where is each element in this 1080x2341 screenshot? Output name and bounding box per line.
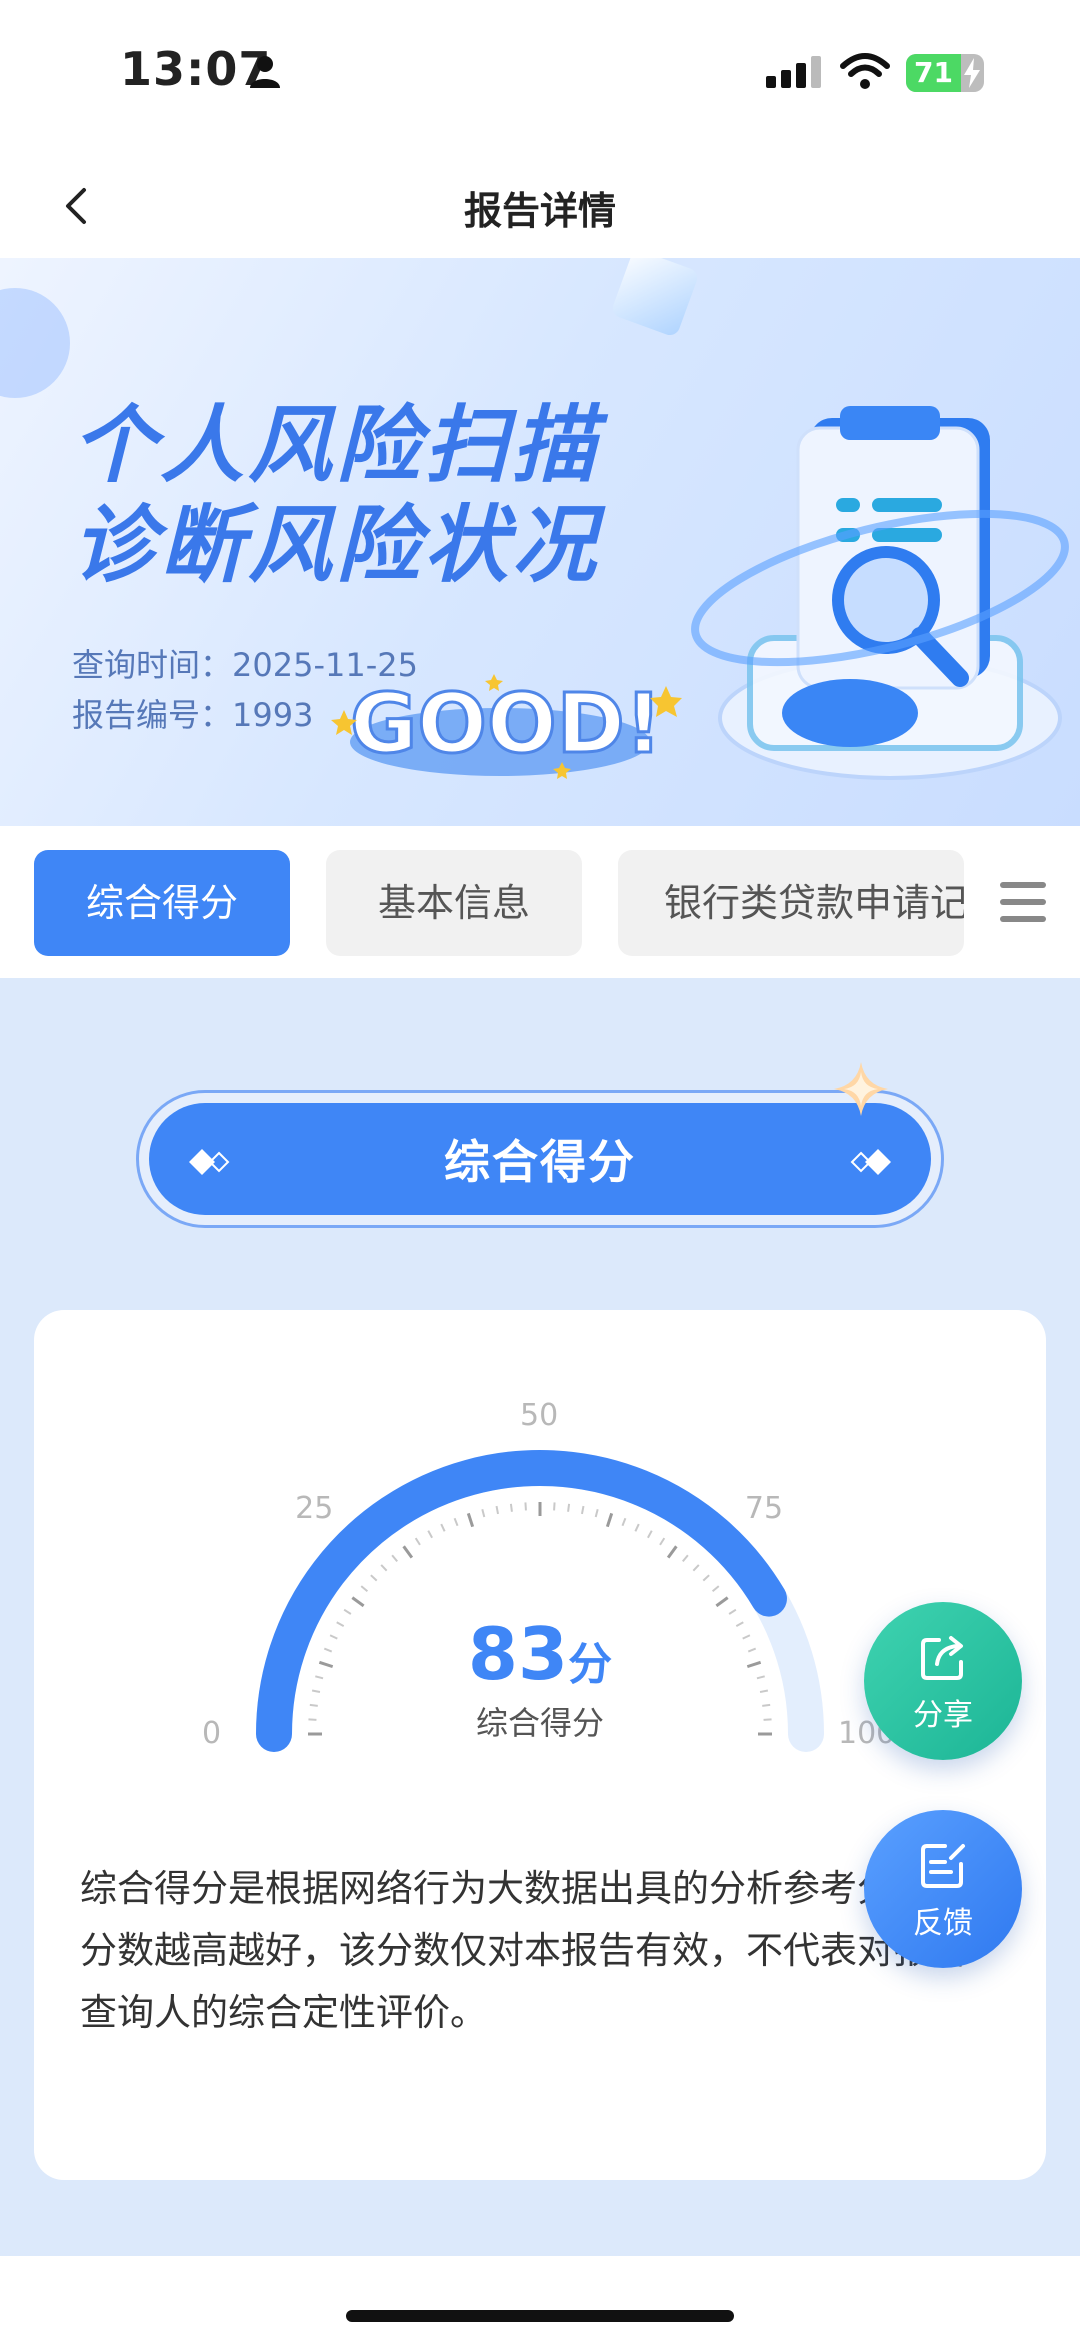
decorative-blob	[0, 288, 70, 398]
gauge-tick	[495, 1505, 500, 1515]
cellular-signal-icon	[766, 56, 821, 88]
gauge-tick	[711, 1585, 720, 1592]
gauge-tick	[370, 1574, 378, 1582]
gauge-tick	[594, 1509, 599, 1518]
gauge-tick	[553, 1502, 556, 1511]
gauge-tick	[351, 1596, 365, 1608]
charging-bolt-icon	[964, 58, 980, 88]
gauge-tick	[659, 1537, 666, 1546]
report-number: 报告编号：1993	[72, 696, 314, 734]
battery-indicator: 71	[906, 54, 984, 92]
page-title: 报告详情	[463, 189, 616, 233]
edit-note-icon	[921, 1844, 965, 1888]
gauge-tick	[524, 1502, 527, 1511]
share-label: 分享	[913, 1698, 973, 1733]
share-icon	[921, 1636, 963, 1680]
score-card: 0 25 50 75 100 83分 综合得分 综合得分是根据网络行为大数据出具…	[34, 1310, 1046, 2180]
gauge-tick	[427, 1530, 433, 1539]
good-badge: GOOD!	[331, 674, 682, 779]
gauge-tick	[440, 1523, 446, 1532]
sparkle-icon	[834, 1062, 888, 1116]
gauge-tick	[509, 1503, 513, 1512]
gauge-tick	[481, 1509, 486, 1518]
gauge-tick	[647, 1530, 653, 1539]
good-badge-text: GOOD!	[350, 677, 662, 772]
gauge-tick-label: 50	[520, 1398, 559, 1433]
score-gauge	[256, 1450, 824, 1752]
share-button[interactable]: 分享	[864, 1602, 1022, 1760]
gauge-tick	[702, 1574, 710, 1582]
person-icon	[250, 56, 280, 88]
gauge-tick	[715, 1596, 729, 1608]
gauge-tick	[634, 1523, 640, 1532]
score-description: 综合得分是根据网络行为大数据出具的分析参考分数，分数越高越好，该分数仅对本报告有…	[80, 1867, 968, 2034]
gauge-tick-label: 75	[744, 1491, 784, 1527]
report-tabs: 综合得分 基本信息 银行类贷款申请记录	[0, 826, 1080, 978]
nav-bar: 报告详情	[0, 150, 1080, 258]
banner-headline-line2: 诊断风险状况	[72, 496, 601, 594]
feedback-button[interactable]: 反馈	[864, 1810, 1022, 1968]
section-header-pill: 综合得分	[149, 1103, 931, 1215]
score-unit: 分	[568, 1639, 613, 1690]
gauge-tick	[605, 1512, 614, 1528]
tab-overall-score[interactable]: 综合得分	[34, 850, 290, 956]
gauge-tick	[621, 1517, 627, 1527]
gauge-tick	[414, 1537, 421, 1546]
gauge-tick-label: 25	[295, 1491, 334, 1527]
section-header: 综合得分	[136, 1090, 944, 1228]
gauge-tick	[360, 1585, 369, 1592]
wifi-icon	[840, 53, 890, 89]
status-bar: 13:07 71	[0, 0, 1080, 150]
gauge-tick	[453, 1517, 459, 1527]
gauge-tick	[391, 1554, 398, 1563]
clipboard-magnifier-illustration	[691, 406, 1069, 780]
gauge-tick	[402, 1545, 414, 1559]
battery-percent: 71	[914, 56, 953, 89]
gauge-tick	[567, 1503, 571, 1512]
gauge-tick	[666, 1545, 678, 1559]
gauge-tick	[692, 1564, 700, 1572]
menu-icon[interactable]	[998, 880, 1048, 924]
gauge-tick	[682, 1554, 689, 1563]
gauge-tick	[466, 1512, 475, 1528]
home-indicator	[346, 2310, 734, 2322]
gauge-tick	[580, 1505, 585, 1515]
tab-bank-loan-records[interactable]: 银行类贷款申请记录	[618, 850, 964, 956]
decorative-cube	[610, 258, 700, 338]
section-title: 综合得分	[444, 1135, 636, 1189]
feedback-label: 反馈	[913, 1906, 973, 1941]
diamond-icon	[850, 1149, 891, 1175]
bottom-safe-area	[0, 2256, 1080, 2341]
score-value: 83	[467, 1612, 569, 1696]
gauge-tick	[380, 1564, 388, 1572]
report-banner: 个人风险扫描 诊断风险状况 查询时间：2025-11-25 报告编号：1993 …	[0, 258, 1080, 826]
tab-basic-info[interactable]: 基本信息	[326, 850, 582, 956]
